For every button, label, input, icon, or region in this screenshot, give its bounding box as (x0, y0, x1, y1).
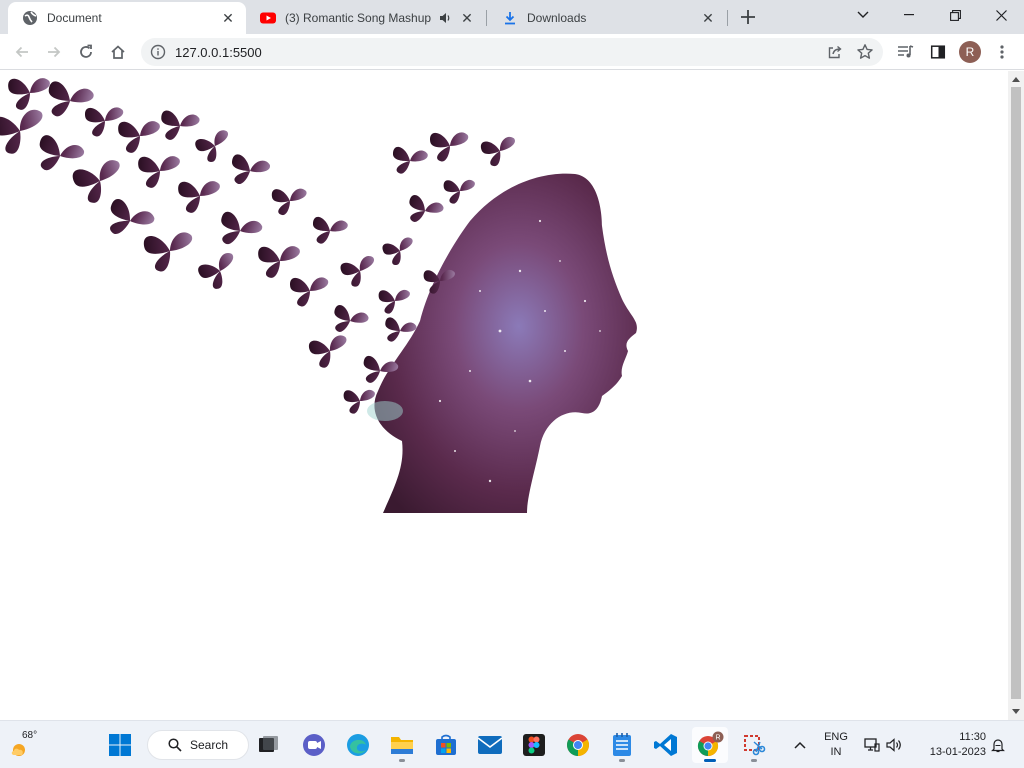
file-explorer-button[interactable] (384, 727, 420, 763)
vscode-button[interactable] (648, 727, 684, 763)
tab-title: (3) Romantic Song Mashup | (285, 11, 433, 25)
url-text: 127.0.0.1:5500 (175, 45, 262, 60)
tab-downloads[interactable]: Downloads ✕ (488, 2, 726, 34)
reload-button[interactable] (72, 38, 100, 66)
vscode-icon (654, 734, 677, 756)
notification-icon[interactable] (990, 737, 1006, 753)
running-indicator (399, 759, 405, 762)
tab-separator (486, 10, 487, 26)
running-indicator (704, 759, 716, 762)
chrome-profile-icon: R (697, 731, 724, 757)
woman-silhouette-butterflies-image (0, 78, 637, 513)
tab-title: Document (47, 11, 102, 25)
task-view-icon (259, 736, 278, 752)
tab-title: Downloads (527, 11, 587, 25)
taskbar-clock[interactable]: 11:30 13-01-2023 (916, 730, 986, 760)
share-icon[interactable] (827, 44, 843, 60)
restore-button[interactable] (932, 0, 978, 30)
language-code: ENG (824, 731, 848, 743)
clock-date: 13-01-2023 (929, 746, 986, 758)
network-icon[interactable] (864, 737, 880, 753)
tab-separator (727, 10, 728, 26)
tab-document[interactable]: Document ✕ (8, 2, 246, 34)
weather-temperature: 68° (22, 730, 38, 741)
weather-widget[interactable]: 68° (8, 729, 40, 761)
windows-taskbar: 68° Search R ENG IN 11:30 13-01-2023 (0, 720, 1024, 768)
file-explorer-icon (391, 737, 413, 754)
chrome-icon (567, 734, 589, 756)
youtube-icon (260, 10, 276, 26)
download-icon (502, 10, 518, 26)
start-icon (109, 734, 131, 756)
scrollbar-thumb[interactable] (1011, 87, 1021, 699)
browser-toolbar: 127.0.0.1:5500 (0, 34, 1024, 70)
minimize-button[interactable] (886, 0, 932, 30)
close-icon[interactable]: ✕ (220, 10, 236, 26)
close-window-button[interactable] (978, 0, 1024, 30)
teams-chat-button[interactable] (296, 727, 332, 763)
profile-avatar[interactable]: R (959, 41, 981, 63)
figma-button[interactable] (516, 727, 552, 763)
page-viewport (0, 71, 1008, 720)
scroll-down-icon[interactable] (1011, 707, 1021, 717)
site-info-icon[interactable] (150, 44, 166, 60)
language-region: IN (830, 746, 842, 758)
show-hidden-icons-chevron-icon[interactable] (792, 737, 808, 753)
chrome-button[interactable] (560, 727, 596, 763)
volume-icon[interactable] (886, 737, 902, 753)
tab-search-button[interactable] (840, 0, 886, 30)
teams-chat-icon (303, 734, 325, 756)
snipping-tool-button[interactable] (736, 727, 772, 763)
tab-youtube[interactable]: (3) Romantic Song Mashup | ✕ (246, 2, 486, 34)
search-icon (168, 738, 182, 752)
globe-icon (22, 10, 38, 26)
media-control-button[interactable] (892, 38, 920, 66)
microsoft-store-button[interactable] (428, 727, 464, 763)
page-scrollbar[interactable] (1008, 71, 1024, 720)
task-view-button[interactable] (251, 727, 287, 763)
notepad-button[interactable] (604, 727, 640, 763)
address-bar[interactable]: 127.0.0.1:5500 (141, 38, 883, 66)
close-icon[interactable]: ✕ (459, 10, 475, 26)
home-button[interactable] (104, 38, 132, 66)
start-button[interactable] (102, 727, 138, 763)
close-icon[interactable]: ✕ (700, 10, 716, 26)
notepad-icon (613, 733, 631, 756)
edge-button[interactable] (340, 727, 376, 763)
chrome-profile-button[interactable]: R (692, 727, 728, 763)
scroll-up-icon[interactable] (1011, 74, 1021, 84)
language-indicator[interactable]: ENG IN (820, 730, 852, 760)
new-tab-button[interactable] (737, 6, 759, 28)
running-indicator (619, 759, 625, 762)
mail-icon (478, 736, 502, 754)
microsoft-store-icon (436, 734, 456, 755)
back-button[interactable] (8, 38, 36, 66)
taskbar-search[interactable]: Search (147, 730, 249, 760)
search-label: Search (190, 738, 229, 752)
bookmark-star-icon[interactable] (856, 43, 874, 61)
snipping-tool-icon (744, 735, 766, 756)
speaker-icon[interactable] (437, 10, 453, 26)
edge-icon (347, 734, 369, 756)
svg-text:R: R (715, 735, 720, 742)
side-panel-button[interactable] (924, 38, 952, 66)
clock-time: 11:30 (959, 731, 986, 743)
running-indicator (751, 759, 757, 762)
menu-button[interactable] (988, 38, 1016, 66)
mail-button[interactable] (472, 727, 508, 763)
forward-button[interactable] (40, 38, 68, 66)
figma-icon (523, 734, 545, 756)
tab-strip: Document ✕ (3) Romantic Song Mashup | ✕ … (0, 0, 1024, 34)
